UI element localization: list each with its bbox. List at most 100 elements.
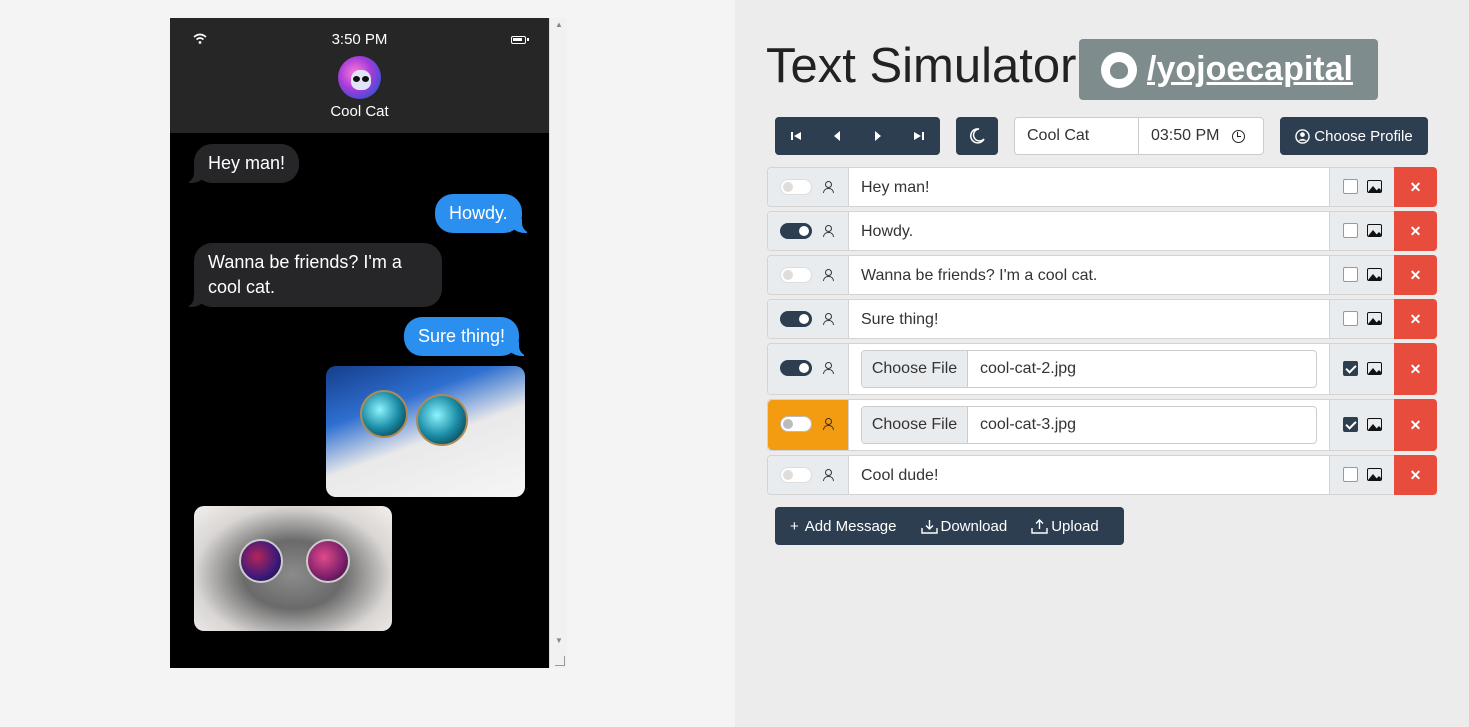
message-navigation (775, 117, 940, 155)
delete-message-button[interactable]: ✕ (1394, 455, 1437, 495)
dark-mode-toggle-button[interactable] (956, 117, 998, 155)
message-row: Choose File cool-cat-2.jpg ✕ (767, 343, 1437, 395)
sender-toggle[interactable] (780, 360, 812, 376)
message-row: Wanna be friends? I'm a cool cat. ✕ (767, 255, 1437, 295)
add-message-label: Add Message (804, 517, 897, 535)
delete-message-button[interactable]: ✕ (1394, 399, 1437, 451)
choose-file-button[interactable]: Choose File (862, 351, 968, 387)
previous-message-button[interactable] (816, 117, 857, 155)
message-row: Hey man! ✕ (767, 167, 1437, 207)
page-title: Text Simulator (766, 39, 1077, 93)
download-button[interactable]: Download (920, 517, 1008, 535)
message-bubble: Wanna be friends? I'm a cool cat. (182, 243, 442, 307)
person-icon (823, 469, 834, 481)
image-checkbox[interactable] (1343, 467, 1358, 482)
person-icon (823, 362, 834, 374)
message-input[interactable]: Howdy. (861, 223, 913, 241)
cat-sunglasses-galaxy-image (194, 506, 392, 631)
image-checkbox[interactable] (1343, 417, 1358, 432)
contact-name: Cool Cat (330, 103, 389, 120)
delete-message-button[interactable]: ✕ (1394, 167, 1437, 207)
time-input[interactable]: 03:50 PM (1138, 117, 1264, 155)
message-input[interactable]: Sure thing! (861, 311, 938, 329)
time-input-value: 03:50 PM (1151, 127, 1220, 144)
contact-avatar (338, 56, 381, 99)
sender-toggle[interactable] (780, 467, 812, 483)
message-bubble: Hey man! (181, 144, 300, 183)
person-icon (823, 313, 834, 325)
first-message-button[interactable] (775, 117, 816, 155)
sender-toggle[interactable] (780, 267, 812, 283)
action-bar: + Add Message Download Upload (775, 507, 1124, 545)
choose-file-button[interactable]: Choose File (862, 407, 968, 443)
add-message-button[interactable]: + Add Message (790, 518, 897, 535)
message-row: Howdy. ✕ (767, 211, 1437, 251)
next-message-button[interactable] (858, 117, 899, 155)
image-checkbox[interactable] (1343, 311, 1358, 326)
scroll-down-arrow-icon[interactable]: ▼ (550, 634, 567, 648)
sender-toggle[interactable] (780, 416, 812, 432)
file-name: cool-cat-3.jpg (980, 416, 1077, 433)
message-row: Choose File cool-cat-3.jpg ✕ (767, 399, 1437, 451)
status-time: 3:50 PM (331, 31, 388, 48)
download-icon (920, 519, 938, 534)
github-icon (1101, 51, 1137, 88)
image-icon (1367, 268, 1382, 281)
preview-scrollbar[interactable]: ▲ ▼ (549, 18, 567, 668)
contact-name-input[interactable]: Cool Cat (1014, 117, 1139, 155)
message-bubble: Sure thing! (404, 317, 532, 356)
resize-handle-icon[interactable] (555, 656, 565, 666)
choose-profile-button[interactable]: Choose Profile (1280, 117, 1428, 155)
skip-last-icon (914, 132, 925, 140)
image-checkbox[interactable] (1343, 361, 1358, 376)
person-icon (823, 418, 834, 430)
github-link-label: /yojoecapital (1147, 50, 1353, 88)
image-checkbox[interactable] (1343, 267, 1358, 282)
skip-first-icon (790, 132, 801, 140)
download-label: Download (940, 517, 1008, 535)
image-icon (1367, 312, 1382, 325)
user-circle-icon (1295, 128, 1311, 144)
sender-toggle[interactable] (780, 311, 812, 327)
message-row: Sure thing! ✕ (767, 299, 1437, 339)
phone-header: 3:50 PM Cool Cat (170, 18, 549, 133)
delete-message-button[interactable]: ✕ (1394, 343, 1437, 395)
message-input[interactable]: Cool dude! (861, 467, 938, 485)
person-icon (823, 225, 834, 237)
sender-toggle[interactable] (780, 223, 812, 239)
person-icon (823, 181, 834, 193)
last-message-button[interactable] (899, 117, 940, 155)
delete-message-button[interactable]: ✕ (1394, 211, 1437, 251)
phone-preview: 3:50 PM Cool Cat Hey man! Howdy. Wanna b… (170, 18, 567, 668)
github-link-button[interactable]: /yojoecapital (1079, 39, 1378, 100)
message-bubble: Howdy. (435, 194, 534, 233)
image-icon (1367, 418, 1382, 431)
person-icon (823, 269, 834, 281)
cat-sunglasses-blue-image (326, 366, 525, 497)
image-checkbox[interactable] (1343, 223, 1358, 238)
upload-button[interactable]: Upload (1031, 518, 1099, 535)
scroll-up-arrow-icon[interactable]: ▲ (550, 18, 567, 32)
file-name: cool-cat-2.jpg (980, 360, 1077, 377)
image-checkbox[interactable] (1343, 179, 1358, 194)
moon-icon (969, 128, 985, 144)
message-row: Cool dude! ✕ (767, 455, 1437, 495)
image-icon (1367, 362, 1382, 375)
caret-left-icon (833, 131, 840, 141)
message-input[interactable]: Wanna be friends? I'm a cool cat. (861, 267, 1097, 285)
delete-message-button[interactable]: ✕ (1394, 255, 1437, 295)
plus-icon: + (790, 517, 799, 535)
clock-icon[interactable] (1232, 130, 1245, 143)
choose-profile-label: Choose Profile (1314, 127, 1413, 145)
file-input[interactable]: Choose File cool-cat-3.jpg (861, 406, 1317, 444)
image-icon (1367, 180, 1382, 193)
upload-label: Upload (1051, 517, 1099, 535)
file-input[interactable]: Choose File cool-cat-2.jpg (861, 350, 1317, 388)
sender-toggle[interactable] (780, 179, 812, 195)
delete-message-button[interactable]: ✕ (1394, 299, 1437, 339)
caret-right-icon (875, 131, 882, 141)
image-icon (1367, 468, 1382, 481)
image-icon (1367, 224, 1382, 237)
upload-icon (1031, 518, 1048, 534)
message-input[interactable]: Hey man! (861, 179, 929, 197)
